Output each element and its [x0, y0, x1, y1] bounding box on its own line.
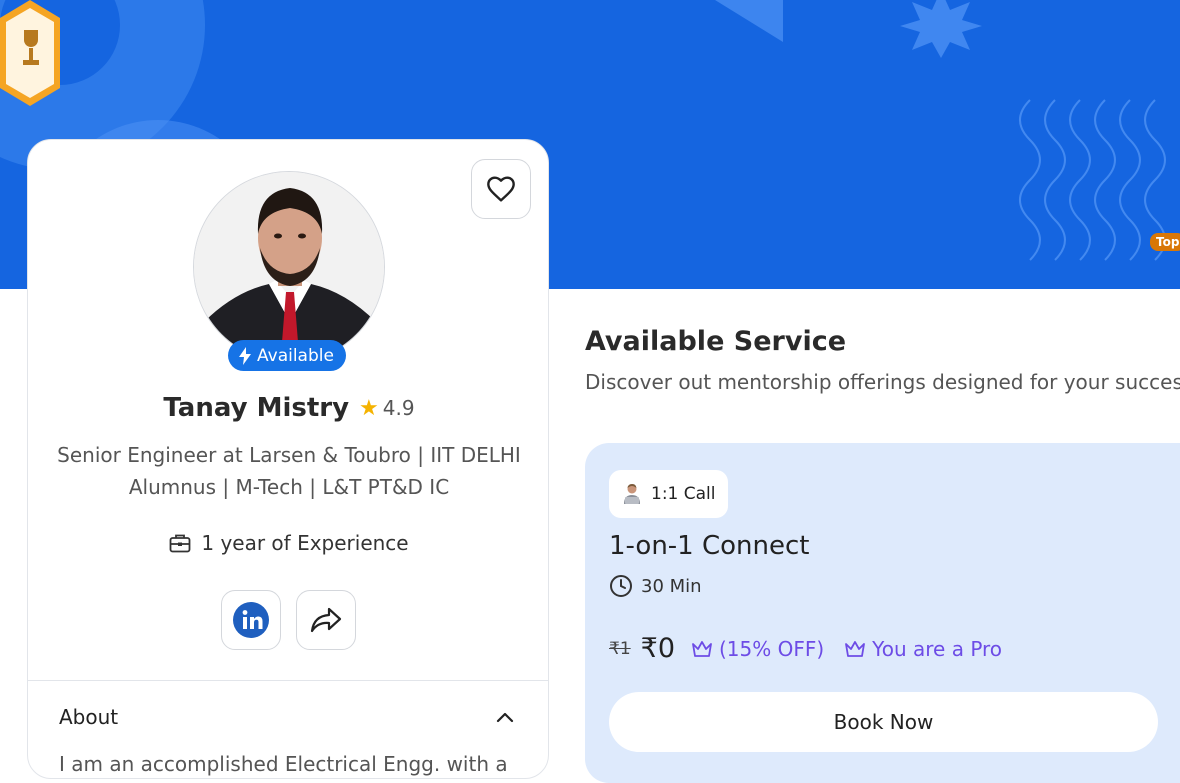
rating-value: 4.9: [382, 396, 415, 420]
share-icon: [310, 607, 342, 633]
person-laptop-icon: [624, 484, 640, 504]
discount-text: (15% OFF): [719, 636, 825, 661]
about-section-header[interactable]: About: [59, 705, 514, 729]
service-type-chip: 1:1 Call: [609, 470, 728, 518]
service-duration: 30 Min: [609, 574, 702, 598]
mentor-name-row: Tanay Mistry ★ 4.9: [28, 393, 548, 423]
original-price: ₹1: [609, 638, 631, 659]
mentor-name: Tanay Mistry: [163, 393, 350, 423]
price-row: ₹1 ₹0 (15% OFF) You are a Pro: [609, 633, 1012, 664]
about-title: About: [59, 705, 119, 729]
duration-text: 30 Min: [641, 575, 702, 597]
lightning-icon: [239, 346, 251, 365]
star-icon: ★: [359, 395, 379, 421]
trophy-badge-icon: [0, 0, 60, 106]
availability-badge: Available: [228, 340, 346, 371]
about-text: I am an accomplished Electrical Engg. wi…: [59, 752, 508, 776]
book-now-button[interactable]: Book Now: [609, 692, 1158, 752]
current-price: ₹0: [640, 633, 675, 664]
pro-text: You are a Pro: [872, 636, 1003, 661]
headline-line-2: Alumnus | M-Tech | L&T PT&D IC: [128, 475, 450, 499]
profile-photo: [194, 172, 384, 362]
briefcase-icon: [169, 534, 191, 553]
service-type-label: 1:1 Call: [651, 484, 716, 504]
linkedin-icon: [233, 602, 269, 638]
mentor-rating: ★ 4.9: [359, 396, 415, 421]
crown-icon: [845, 640, 866, 657]
service-card: 1:1 Call 1-on-1 Connect 30 Min ₹1 ₹0 (15…: [585, 443, 1180, 783]
headline-line-1: Senior Engineer at Larsen & Toubro | IIT…: [57, 443, 521, 467]
share-button[interactable]: [296, 590, 356, 650]
chevron-up-icon[interactable]: [496, 711, 514, 723]
crown-icon: [692, 640, 712, 657]
experience-row: 1 year of Experience: [28, 531, 548, 555]
mentor-headline: Senior Engineer at Larsen & Toubro | IIT…: [53, 439, 525, 503]
top-badge-label: Top: [1150, 233, 1180, 251]
social-links: [221, 590, 356, 650]
services-subtitle: Discover out mentorship offerings design…: [585, 370, 1180, 394]
avatar: [193, 171, 385, 363]
section-divider: [28, 680, 548, 681]
pro-badge: You are a Pro: [844, 637, 1002, 661]
experience-text: 1 year of Experience: [201, 531, 409, 555]
favorite-button[interactable]: [471, 159, 531, 219]
availability-label: Available: [257, 345, 334, 366]
mentor-profile-card: Available Tanay Mistry ★ 4.9 Senior Engi…: [27, 139, 549, 779]
service-name: 1-on-1 Connect: [609, 531, 810, 561]
services-title: Available Service: [585, 326, 847, 357]
linkedin-button[interactable]: [221, 590, 281, 650]
discount-badge: (15% OFF): [691, 637, 824, 661]
heart-icon: [487, 176, 515, 202]
clock-icon: [610, 575, 632, 597]
